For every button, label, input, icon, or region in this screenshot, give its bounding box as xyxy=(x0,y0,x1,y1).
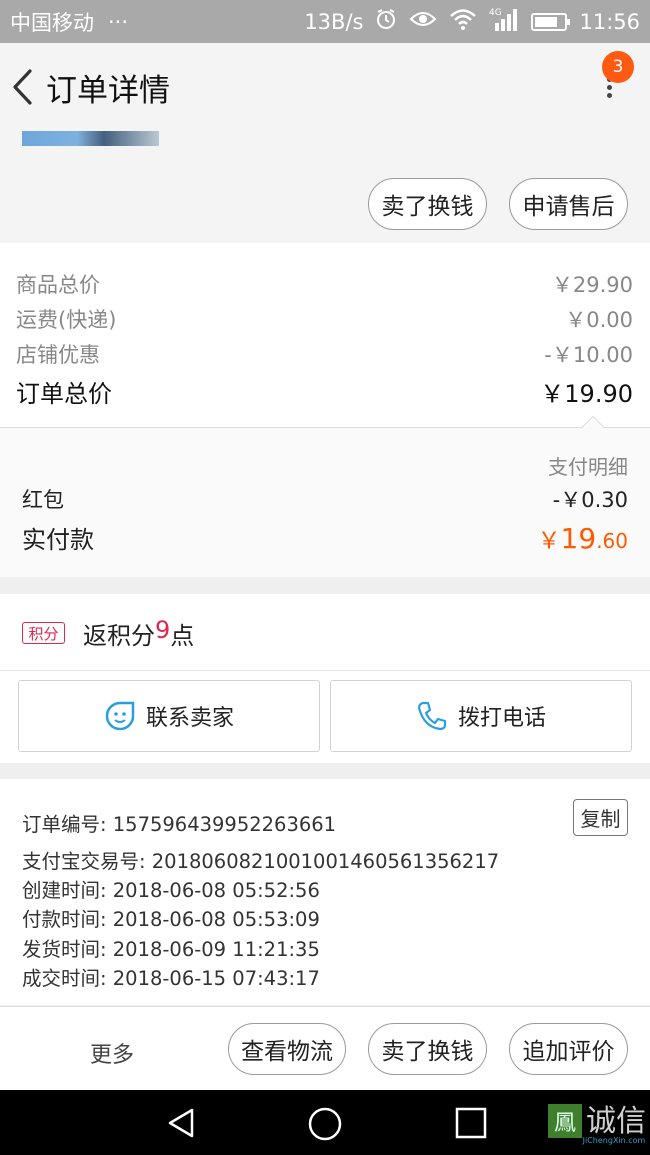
shipping-value: ￥0.00 xyxy=(565,308,633,332)
discount-value: -￥10.00 xyxy=(544,343,633,367)
apply-after-sale-button[interactable]: 申请售后 xyxy=(509,178,628,230)
sell-exchange-button[interactable]: 卖了换钱 xyxy=(368,178,487,230)
product-section: 卖了换钱 申请售后 xyxy=(0,131,650,243)
alipay-trade-number: 支付宝交易号: 2018060821001001460561356217 xyxy=(22,850,500,873)
created-time: 创建时间: 2018-06-08 05:52:56 xyxy=(22,879,320,902)
points-suffix: 点 xyxy=(170,622,195,650)
notification-badge: 3 xyxy=(602,51,634,83)
order-total-value: ￥19.90 xyxy=(540,380,633,408)
order-total-row: 订单总价 ￥19.90 xyxy=(16,374,633,409)
back-button[interactable] xyxy=(2,43,42,131)
status-bar: 中国移动 ··· 13B/s 4G 11:56 xyxy=(0,0,650,43)
points-text: 返积分 9 点 xyxy=(83,616,194,651)
network-speed: 13B/s xyxy=(304,9,364,34)
section-gap xyxy=(0,577,650,594)
order-number: 订单编号: 1575964399522636​61 xyxy=(22,813,337,836)
watermark-logo: 鳳 诚信 JiChengXin.com xyxy=(548,1096,646,1145)
paid-amount: ￥ 19 .60 xyxy=(538,521,628,555)
paid-symbol: ￥ xyxy=(537,527,561,554)
page-title: 订单详情 xyxy=(46,72,170,109)
shipping-row: 运费(快递) ￥0.00 xyxy=(16,304,633,334)
discount-label: 店铺优惠 xyxy=(16,343,100,367)
paid-decimal: .60 xyxy=(596,528,628,553)
copy-button[interactable]: 复制 xyxy=(573,799,628,836)
red-packet-value: -￥0.30 xyxy=(552,488,628,512)
contact-seller-button[interactable]: 联系卖家 xyxy=(18,680,320,752)
red-packet-label: 红包 xyxy=(22,488,64,512)
call-phone-label: 拨打电话 xyxy=(457,706,546,731)
points-prefix: 返积分 xyxy=(83,622,155,650)
alarm-icon xyxy=(375,8,397,35)
watermark-icon: 鳳 xyxy=(548,1103,582,1138)
battery-icon xyxy=(531,12,571,31)
points-section: 积分 返积分 9 点 xyxy=(0,594,650,671)
app-header: 订单详情 3 xyxy=(0,43,650,131)
paid-label: 实付款 xyxy=(22,526,94,554)
watermark-text: 诚信 xyxy=(586,1104,646,1139)
goods-total-label: 商品总价 xyxy=(16,273,100,297)
add-review-button[interactable]: 追加评价 xyxy=(509,1023,628,1075)
shipped-time: 发货时间: 2018-06-09 11:21:35 xyxy=(22,938,320,961)
wifi-icon xyxy=(449,8,477,35)
completed-time: 成交时间: 2018-06-15 07:43:17 xyxy=(22,967,320,990)
paid-integer: 19 xyxy=(560,521,597,555)
view-logistics-button[interactable]: 查看物流 xyxy=(228,1023,346,1075)
more-button[interactable]: 更多 xyxy=(90,1037,134,1069)
chat-face-icon xyxy=(105,701,135,731)
back-arrow-icon xyxy=(13,69,32,105)
nav-back-icon[interactable] xyxy=(164,1106,198,1144)
nav-recents-icon[interactable] xyxy=(454,1106,488,1144)
sell-exchange-bottom-button[interactable]: 卖了换钱 xyxy=(368,1023,487,1075)
paid-time: 付款时间: 2018-06-08 05:53:09 xyxy=(22,908,320,931)
nav-home-icon[interactable] xyxy=(307,1106,343,1146)
payment-detail-link[interactable]: 支付明细 xyxy=(548,451,628,480)
contact-seller-label: 联系卖家 xyxy=(145,706,234,731)
discount-row: 店铺优惠 -￥10.00 xyxy=(16,339,633,369)
contact-section: 联系卖家 拨打电话 xyxy=(0,671,650,763)
points-number: 9 xyxy=(155,616,171,644)
section-gap xyxy=(0,763,650,779)
product-thumbnail[interactable] xyxy=(22,131,159,146)
order-info-section: 订单编号: 1575964399522636​61 支付宝交易号: 201806… xyxy=(0,779,650,1005)
carrier-name: 中国移动 xyxy=(10,10,94,35)
price-details: 商品总价 ￥29.90 运费(快递) ￥0.00 店铺优惠 -￥10.00 订单… xyxy=(0,243,650,428)
signal-icon: 4G xyxy=(489,7,519,36)
goods-total-row: 商品总价 ￥29.90 xyxy=(16,269,633,299)
shipping-label: 运费(快递) xyxy=(16,308,117,332)
system-nav-bar: 鳳 诚信 JiChengXin.com xyxy=(0,1090,650,1155)
phone-icon xyxy=(417,701,447,731)
call-phone-button[interactable]: 拨打电话 xyxy=(330,680,632,752)
points-tag: 积分 xyxy=(22,622,65,644)
goods-total-value: ￥29.90 xyxy=(551,273,633,297)
bottom-action-bar: 更多 查看物流 卖了换钱 追加评价 xyxy=(0,1006,650,1090)
order-total-label: 订单总价 xyxy=(16,380,112,408)
eye-icon xyxy=(409,9,437,34)
paid-row: 实付款 ￥ 19 .60 xyxy=(22,520,628,555)
notification-dots: ··· xyxy=(108,9,129,34)
svg-text:4G: 4G xyxy=(489,8,502,18)
watermark-subtext: JiChengXin.com xyxy=(582,1136,646,1145)
clock: 11:56 xyxy=(579,9,640,34)
payment-section: 支付明细 红包 -￥0.30 实付款 ￥ 19 .60 xyxy=(0,428,650,577)
red-packet-row: 红包 -￥0.30 xyxy=(22,484,628,514)
